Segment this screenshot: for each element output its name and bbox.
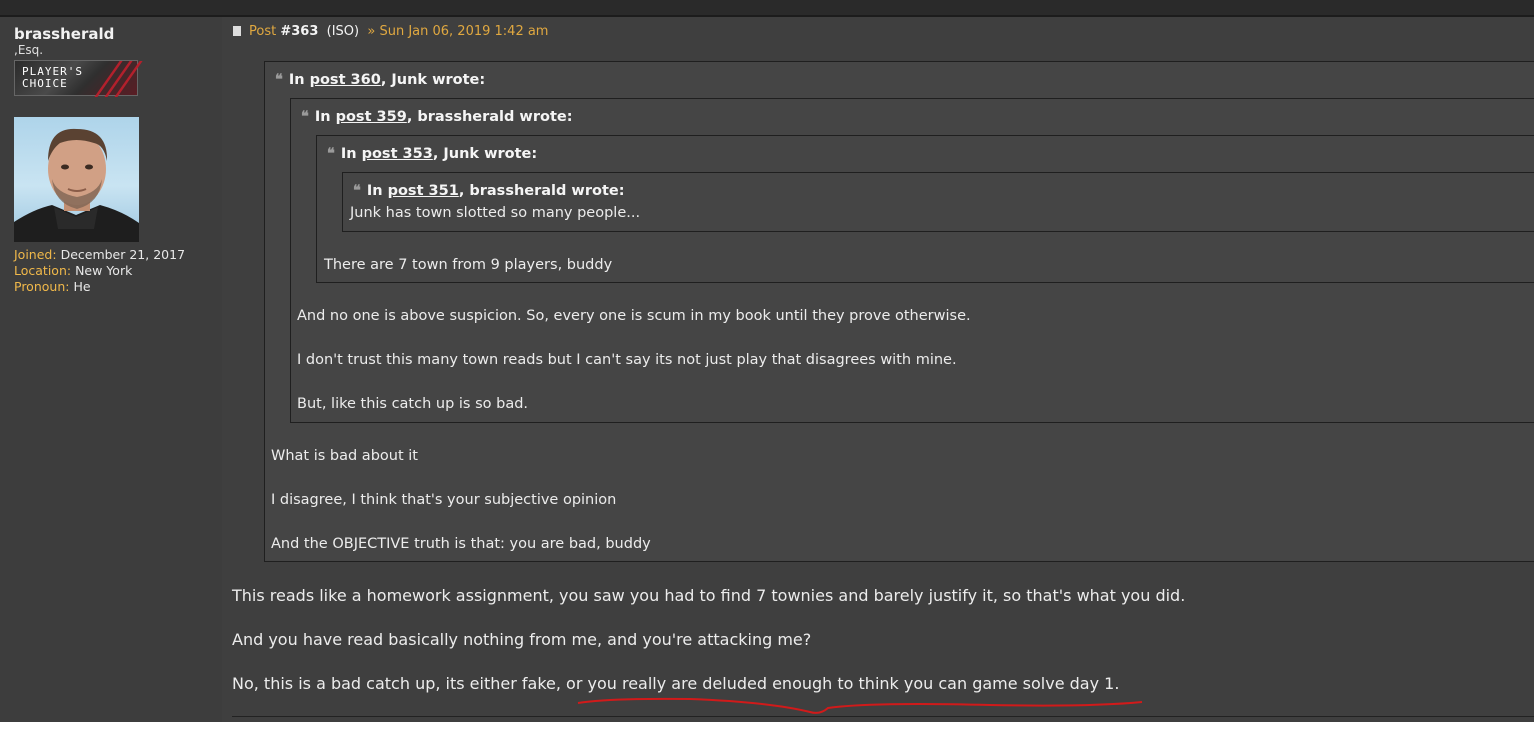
quote-359-text-3: But, like this catch up is so bad. <box>297 396 529 412</box>
joined-label: Joined: <box>14 247 57 262</box>
page-bottom-edge <box>0 722 1534 734</box>
quote-360-text-2: I disagree, I think that's your subjecti… <box>271 492 617 508</box>
body-line-1: This reads like a homework assignment, y… <box>232 586 1186 605</box>
rank-badge: PLAYER'S CHOICE <box>14 60 143 97</box>
quote-header-353: ❝ In post 353, Junk wrote: <box>327 145 537 162</box>
avatar <box>14 117 139 242</box>
quote-prefix: In <box>340 146 357 162</box>
pronoun-label: Pronoun: <box>14 279 70 294</box>
post-divider <box>232 716 1534 717</box>
document-icon[interactable] <box>233 26 241 36</box>
quote-360-text-1: What is bad about it <box>271 448 418 464</box>
quote-prefix: In <box>366 183 383 199</box>
iso-link[interactable]: (ISO) <box>327 24 359 39</box>
quote-359-text-1: And no one is above suspicion. So, every… <box>297 308 971 324</box>
body-line-3: No, this is a bad catch up, its either f… <box>232 674 1120 693</box>
quote-icon: ❝ <box>275 71 283 88</box>
quote-359-text-2: I don't trust this many town reads but I… <box>297 352 957 368</box>
user-pronoun: Pronoun: He <box>14 279 91 294</box>
user-location: Location: New York <box>14 263 132 278</box>
top-bar <box>0 0 1534 17</box>
quote-360-text-3: And the OBJECTIVE truth is that: you are… <box>271 536 651 552</box>
joined-value: December 21, 2017 <box>60 247 186 262</box>
post-351-link[interactable]: post 351 <box>388 183 459 199</box>
quote-351-text: Junk has town slotted so many people... <box>350 205 641 221</box>
quote-icon: ❝ <box>353 182 361 199</box>
pronoun-value: He <box>73 279 91 294</box>
location-value: New York <box>75 263 133 278</box>
quote-block-post-351 <box>342 172 1534 232</box>
username-link[interactable]: brassherald <box>14 25 114 43</box>
quote-header-351: ❝ In post 351, brassherald wrote: <box>353 182 625 199</box>
quote-icon: ❝ <box>327 145 335 162</box>
quote-353-text: There are 7 town from 9 players, buddy <box>324 257 613 273</box>
post-header: Post #363 (ISO) » Sun Jan 06, 2019 1:42 … <box>233 24 548 39</box>
quote-header-359: ❝ In post 359, brassherald wrote: <box>301 108 573 125</box>
post-date: » Sun Jan 06, 2019 1:42 am <box>367 24 549 39</box>
user-title: ,Esq. <box>14 43 44 57</box>
quote-author: , Junk wrote: <box>432 146 538 162</box>
rank-line-2: CHOICE <box>22 77 68 90</box>
user-joined: Joined: December 21, 2017 <box>14 247 185 262</box>
post-359-link[interactable]: post 359 <box>336 109 407 125</box>
post-360-link[interactable]: post 360 <box>310 72 381 88</box>
quote-prefix: In <box>288 72 305 88</box>
quote-header-360: ❝ In post 360, Junk wrote: <box>275 71 485 88</box>
quote-prefix: In <box>314 109 331 125</box>
quote-icon: ❝ <box>301 108 309 125</box>
quote-author: , brassherald wrote: <box>406 109 573 125</box>
quote-author: , brassherald wrote: <box>458 183 625 199</box>
post-number[interactable]: #363 <box>280 24 318 39</box>
post-353-link[interactable]: post 353 <box>362 146 433 162</box>
quote-author: , Junk wrote: <box>380 72 486 88</box>
body-line-2: And you have read basically nothing from… <box>232 630 812 649</box>
location-label: Location: <box>14 263 72 278</box>
post-label[interactable]: Post <box>249 24 276 39</box>
